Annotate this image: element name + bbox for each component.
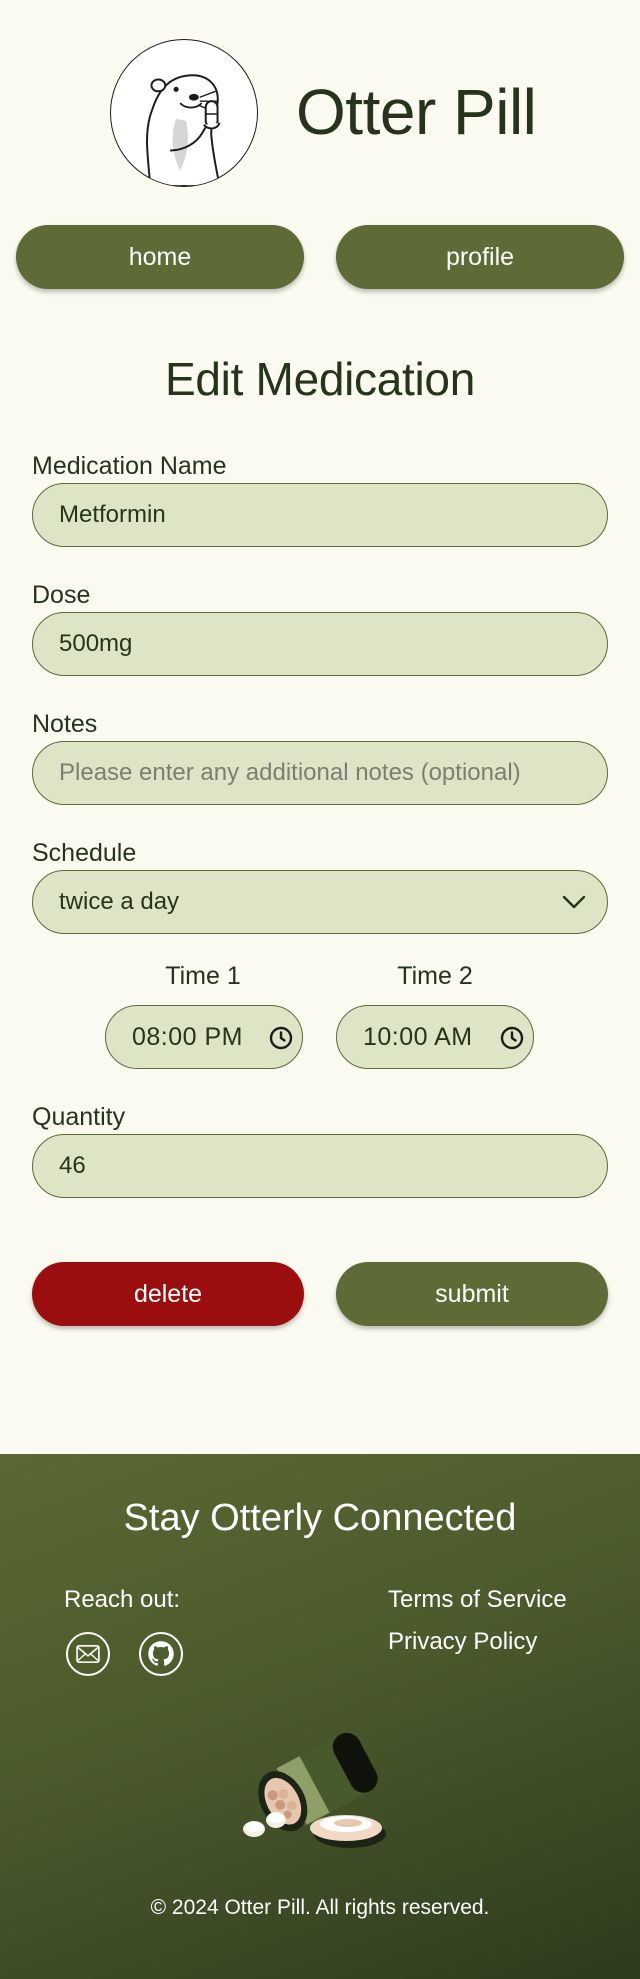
home-button[interactable]: home (16, 225, 304, 289)
medication-name-input[interactable]: Metformin (32, 483, 608, 547)
time-2-input[interactable]: 10:00 AM (336, 1005, 534, 1069)
dose-input[interactable]: 500mg (32, 612, 608, 676)
notes-input[interactable]: Please enter any additional notes (optio… (32, 741, 608, 805)
time-1-value: 08:00 PM (132, 1022, 244, 1051)
reach-out-label: Reach out: (64, 1586, 181, 1613)
mail-icon[interactable] (66, 1632, 110, 1676)
clock-icon[interactable] (268, 1025, 294, 1051)
quantity-label: Quantity (32, 1103, 126, 1131)
schedule-selected-value: twice a day (59, 888, 180, 915)
clock-icon[interactable] (499, 1025, 525, 1051)
dose-label: Dose (32, 581, 91, 609)
time-2-label: Time 2 (397, 962, 473, 990)
github-icon[interactable] (139, 1632, 183, 1676)
schedule-select[interactable]: twice a day (32, 870, 608, 934)
otter-logo-icon (110, 39, 258, 187)
quantity-input[interactable]: 46 (32, 1134, 608, 1198)
medication-name-label: Medication Name (32, 452, 227, 480)
header: Otter Pill (0, 0, 640, 226)
terms-of-service-link[interactable]: Terms of Service (388, 1586, 567, 1614)
time-1-label: Time 1 (165, 962, 241, 990)
footer-title: Stay Otterly Connected (123, 1497, 517, 1539)
profile-button[interactable]: profile (336, 225, 624, 289)
page-title: Edit Medication (165, 353, 475, 405)
privacy-policy-link[interactable]: Privacy Policy (388, 1628, 537, 1656)
chevron-down-icon (562, 895, 586, 909)
notes-label: Notes (32, 710, 98, 738)
submit-button[interactable]: submit (336, 1262, 608, 1326)
app-title: Otter Pill (296, 76, 537, 148)
schedule-label: Schedule (32, 839, 137, 867)
footer: Stay Otterly Connected Reach out: Terms … (0, 1454, 640, 1979)
delete-button[interactable]: delete (32, 1262, 304, 1326)
time-2-value: 10:00 AM (363, 1022, 473, 1051)
time-1-input[interactable]: 08:00 PM (105, 1005, 303, 1069)
copyright-text: © 2024 Otter Pill. All rights reserved. (150, 1896, 490, 1919)
pill-bottle-icon (243, 1732, 386, 1848)
